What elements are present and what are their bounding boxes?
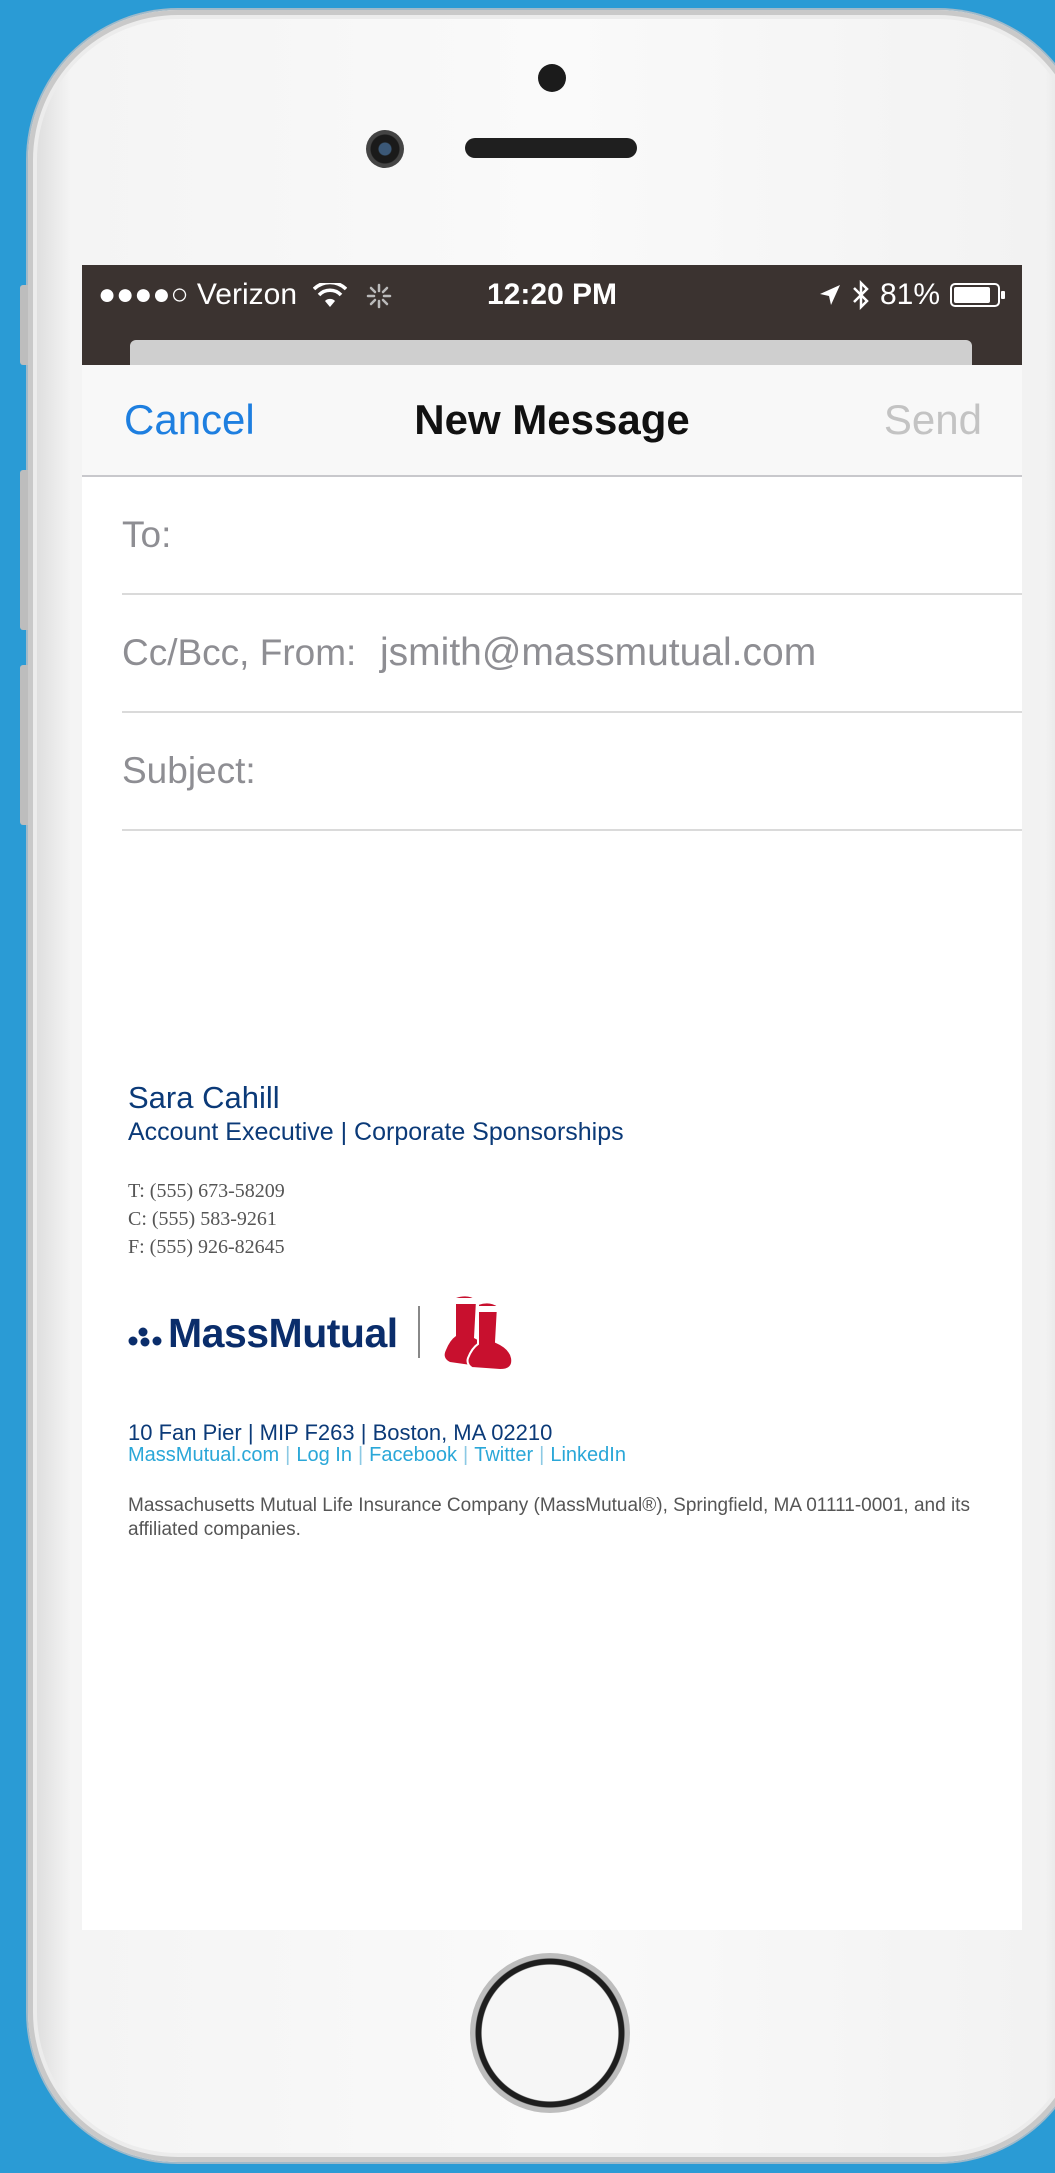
link-separator: |: [285, 1444, 291, 1466]
to-field[interactable]: To:: [122, 477, 1022, 595]
subject-label: Subject:: [122, 750, 256, 791]
link-facebook[interactable]: Facebook: [369, 1444, 457, 1466]
status-bar: ●●●●○ Verizon 12:20 PM 81%: [82, 265, 1022, 365]
signature-legal-disclaimer: Massachusetts Mutual Life Insurance Comp…: [128, 1495, 970, 1540]
volume-up-button: [20, 470, 28, 630]
signature-name: Sara Cahill: [128, 1080, 280, 1115]
link-linkedin[interactable]: LinkedIn: [550, 1444, 626, 1466]
massmutual-logo: MassMutual: [128, 1310, 398, 1357]
home-button[interactable]: [470, 1953, 630, 2113]
to-label: To:: [122, 514, 172, 555]
signature-title: Account Executive | Corporate Sponsorshi…: [128, 1118, 624, 1146]
location-arrow-icon: [819, 285, 840, 305]
battery-percent: 81%: [879, 278, 940, 311]
link-separator: |: [357, 1444, 364, 1466]
volume-down-button: [20, 665, 28, 825]
underlying-sheet-edge: [130, 340, 972, 365]
link-log-in[interactable]: Log In: [296, 1444, 352, 1466]
earpiece-speaker: [465, 138, 637, 158]
compose-title: New Message: [414, 396, 690, 443]
phone-screen: ●●●●○ Verizon 12:20 PM 81% Cancel New Me…: [82, 265, 1022, 1930]
mute-switch: [20, 285, 28, 365]
subject-field[interactable]: Subject:: [122, 713, 1022, 831]
status-right: 81%: [818, 275, 1006, 315]
send-button[interactable]: Send: [884, 365, 982, 475]
massmutual-wordmark: MassMutual: [168, 1310, 398, 1356]
signature-phone-cell: C: (555) 583-9261: [128, 1208, 277, 1230]
battery-icon: [950, 283, 1005, 307]
bluetooth-icon: [853, 280, 869, 310]
ccbcc-from-label: Cc/Bcc, From:: [122, 632, 357, 673]
from-address-value[interactable]: jsmith@massmutual.com: [380, 595, 816, 711]
red-sox-logo-icon: [444, 1296, 514, 1372]
link-twitter[interactable]: Twitter: [474, 1444, 533, 1466]
link-separator: |: [539, 1444, 545, 1466]
ccbcc-from-field[interactable]: Cc/Bcc, From: jsmith@massmutual.com: [122, 595, 1022, 713]
front-camera-icon: [366, 130, 404, 168]
logo-divider: [418, 1306, 420, 1358]
signature-phone-fax: F: (555) 926-82645: [128, 1236, 285, 1258]
massmutual-dots-icon: [128, 1327, 162, 1347]
link-separator: |: [463, 1444, 469, 1466]
signature-links: MassMutual.com | Log In | Facebook | Twitter | L…: [128, 1444, 626, 1467]
proximity-sensor: [538, 64, 566, 92]
signature-address: 10 Fan Pier | MIP F263 | Boston, MA 0221…: [128, 1420, 553, 1445]
signature-phone-telephone: T: (555) 673-58209: [128, 1180, 285, 1202]
compose-nav-bar: Cancel New Message Send: [82, 365, 1022, 477]
link-massmutual-com[interactable]: MassMutual.com: [128, 1444, 279, 1466]
